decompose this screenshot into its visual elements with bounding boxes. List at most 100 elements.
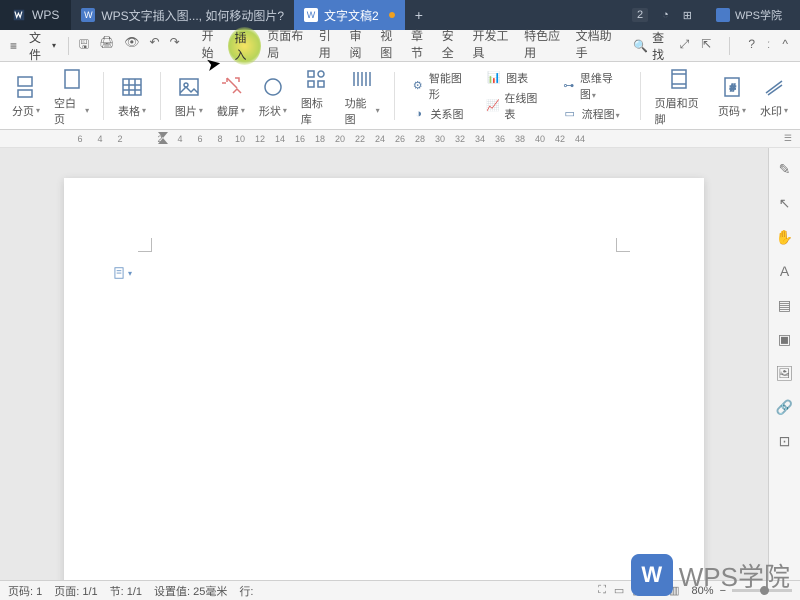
zoom-value[interactable]: 80% (692, 585, 714, 597)
outline-view-icon[interactable]: ▥ (667, 584, 681, 597)
icon-library-button[interactable]: 图标库 (297, 65, 335, 127)
blank-page-button[interactable]: 空白页 (50, 65, 93, 127)
status-section[interactable]: 节: 1/1 (110, 583, 142, 599)
fit-icon[interactable]: ⛶ (596, 584, 608, 597)
table-button[interactable]: 表格 (114, 73, 150, 119)
document-page[interactable]: ▾ (64, 178, 704, 580)
hamburger-menu-icon[interactable]: ≡ (4, 39, 23, 53)
menubar-right-controls: ⤢ ⇱ ? ː ^ (672, 37, 796, 55)
relation-chart-button[interactable]: ◑关系图 (411, 106, 469, 122)
zoom-control: 80% − (692, 585, 792, 597)
status-setting[interactable]: 设置值: 25毫米 (154, 583, 227, 599)
flowchart-button[interactable]: ▭流程图 (562, 106, 624, 122)
print-layout-icon[interactable]: ▦ (630, 584, 644, 597)
image-icon[interactable]: 🖼 (776, 364, 794, 382)
link-icon[interactable]: 🔗 (776, 398, 794, 416)
tab-developer[interactable]: 开发工具 (469, 27, 519, 65)
tab-page-layout[interactable]: 页面布局 (263, 27, 313, 65)
screenshot-icon (217, 73, 245, 101)
view-mode-buttons: ⛶ ▭ ▦ ▤ ▥ (596, 584, 681, 597)
paste-hint-icon[interactable]: ▾ (112, 266, 132, 280)
margin-corner-tr (616, 238, 630, 252)
document-canvas[interactable]: ▾ (0, 148, 768, 580)
online-chart-button[interactable]: 📈在线图表 (486, 90, 544, 122)
ruler-marks: 6422468101214161820222426283032343638404… (70, 134, 590, 144)
header-footer-button[interactable]: 页眉和页脚 (651, 65, 708, 127)
chart-button[interactable]: 📊图表 (486, 70, 544, 86)
app-brand[interactable]: WPS (0, 0, 71, 30)
chevron-up-icon[interactable]: ^ (782, 37, 788, 55)
watermark-button[interactable]: 水印 (756, 73, 792, 119)
tab-start[interactable]: 开始 (198, 27, 227, 65)
chart-icon: 📊 (486, 70, 502, 86)
file-menu[interactable]: 文件 ▾ (23, 29, 62, 63)
tab-references[interactable]: 引用 (315, 27, 344, 65)
shapes-button[interactable]: 形状 (255, 73, 291, 119)
doc-icon: W (81, 8, 95, 22)
page-break-button[interactable]: 分页 (8, 73, 44, 119)
flowchart-icon: ▭ (562, 106, 578, 122)
tab-doc-helper[interactable]: 文档助手 (572, 27, 622, 65)
new-tab-button[interactable]: + (405, 7, 433, 23)
grid-icon[interactable]: ⊞ (683, 9, 692, 22)
cursor-icon[interactable]: ↖ (776, 194, 794, 212)
template-icon[interactable]: ⊡ (776, 432, 794, 450)
header-footer-icon (665, 65, 693, 93)
horizontal-ruler[interactable]: 6422468101214161820222426283032343638404… (0, 130, 800, 148)
status-row[interactable]: 行: (239, 583, 253, 599)
pencil-icon[interactable]: ✎ (776, 160, 794, 178)
chart-group-2: 📊图表 📈在线图表 (480, 70, 550, 122)
document-tab-1[interactable]: W WPS文字插入图..., 如何移动图片? (71, 0, 294, 30)
unsaved-dot-icon (389, 12, 395, 18)
indent-marker-icon[interactable] (158, 132, 168, 144)
watermark-icon (760, 73, 788, 101)
page-number-button[interactable]: # 页码 (714, 73, 750, 119)
mindmap-button[interactable]: ⊶思维导图 (562, 70, 624, 102)
save-icon[interactable]: 🖫 (79, 35, 89, 56)
tab-review[interactable]: 审阅 (345, 27, 374, 65)
layers-icon[interactable]: ▤ (776, 296, 794, 314)
shapes-icon (259, 73, 287, 101)
web-layout-icon[interactable]: ▤ (649, 584, 663, 597)
zoom-thumb[interactable] (760, 586, 769, 595)
chart-group-3: ⊶思维导图 ▭流程图 (556, 70, 630, 122)
tab-view[interactable]: 视图 (376, 27, 405, 65)
reading-view-icon[interactable]: ▭ (612, 584, 626, 597)
undo-icon[interactable]: ↶ (150, 35, 160, 56)
status-page-code[interactable]: 页码: 1 (8, 583, 42, 599)
redo-icon[interactable]: ↷ (170, 35, 180, 56)
paragraph-icon[interactable]: ☰ (784, 133, 792, 144)
academy-link[interactable]: WPS学院 (706, 7, 792, 23)
titlebar: WPS W WPS文字插入图..., 如何移动图片? W 文字文稿2 + 2 ◔… (0, 0, 800, 30)
collapse-ribbon-icon[interactable]: ː (767, 37, 770, 55)
smart-art-icon: ⚙ (411, 78, 425, 94)
skin-icon[interactable]: ◔ (662, 9, 669, 21)
tab-insert-highlighted[interactable]: 插入 (228, 27, 261, 65)
ribbon-insert: 分页 空白页 表格 图片 截屏 形状 图标库 功能图 ⚙智能图形 ◑关系图 📊图… (0, 62, 800, 130)
blank-page-icon (58, 65, 86, 93)
relation-icon: ◑ (411, 106, 427, 122)
picture-button[interactable]: 图片 (171, 73, 207, 119)
zoom-slider[interactable] (732, 589, 792, 592)
screenshot-button[interactable]: 截屏 (213, 73, 249, 119)
document-tab-2-active[interactable]: W 文字文稿2 (294, 0, 405, 30)
function-chart-button[interactable]: 功能图 (341, 65, 384, 127)
hand-icon[interactable]: ✋ (776, 228, 794, 246)
tab-special[interactable]: 特色应用 (520, 27, 570, 65)
tab-section[interactable]: 章节 (407, 27, 436, 65)
expand-icon[interactable]: ⤢ (680, 37, 690, 55)
smart-art-button[interactable]: ⚙智能图形 (411, 70, 469, 102)
tab-security[interactable]: 安全 (438, 27, 467, 65)
help-icon[interactable]: ? (748, 37, 755, 55)
screenshot-side-icon[interactable]: ▣ (776, 330, 794, 348)
zoom-out-button[interactable]: − (720, 585, 726, 597)
text-icon[interactable]: A (776, 262, 794, 280)
search-icon: 🔍 (633, 39, 648, 53)
share-icon[interactable]: ⇱ (701, 37, 711, 55)
window-count-badge[interactable]: 2 (632, 8, 648, 22)
mindmap-icon: ⊶ (562, 78, 576, 94)
print-icon[interactable]: 🖨 (99, 35, 114, 56)
preview-icon[interactable]: 👁 (124, 35, 139, 56)
search-button[interactable]: 🔍 查找 (633, 29, 672, 63)
status-page-num[interactable]: 页面: 1/1 (54, 583, 97, 599)
